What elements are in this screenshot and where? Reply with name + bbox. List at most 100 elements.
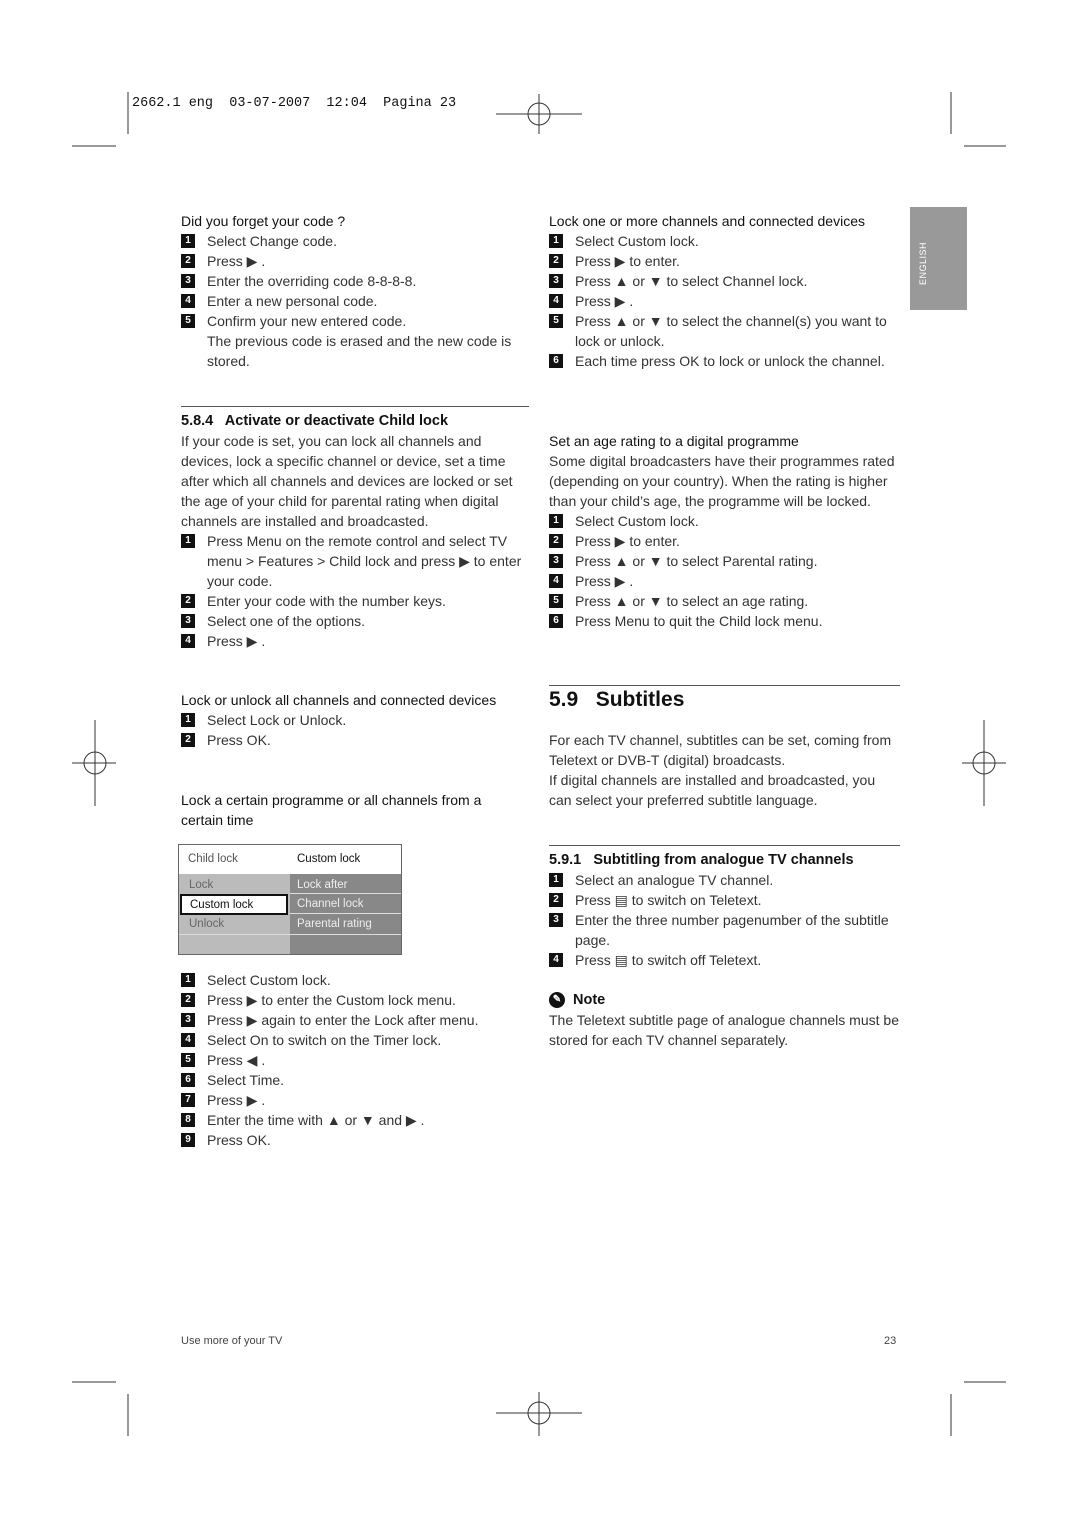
step-item: 5 Press ◀ . bbox=[181, 1050, 529, 1070]
step-number-icon: 2 bbox=[549, 893, 563, 907]
step-number-icon: 2 bbox=[181, 993, 195, 1007]
child-lock-menu-screenshot: Child lock Custom lock Lock Custom lock … bbox=[178, 844, 402, 955]
step-text: Press ▶ to enter the Custom lock menu. bbox=[207, 992, 456, 1008]
step-item: 2 Press ▶ to enter. bbox=[549, 251, 901, 271]
section-heading: 5.9.1 Subtitling from analogue TV channe… bbox=[549, 852, 854, 868]
section-title: Lock or unlock all channels and connecte… bbox=[181, 692, 497, 708]
step-text: Select Lock or Unlock. bbox=[207, 712, 347, 728]
step-text: Press ▶ . bbox=[575, 293, 634, 309]
step-item: 1 Select Lock or Unlock. bbox=[181, 710, 529, 730]
step-number-icon: 1 bbox=[181, 534, 195, 548]
step-item: 4 Select On to switch on the Timer lock. bbox=[181, 1030, 529, 1050]
step-text: Enter a new personal code. bbox=[207, 293, 378, 309]
footer-text: Use more of your TV bbox=[181, 1335, 283, 1347]
step-text: Enter the overriding code 8-8-8-8. bbox=[207, 273, 417, 289]
section-heading: 5.8.4 Activate or deactivate Child lock bbox=[181, 413, 449, 429]
step-text: Select Time. bbox=[207, 1072, 285, 1088]
step-number-icon: 3 bbox=[181, 614, 195, 628]
step-text: Each time press OK to lock or unlock the… bbox=[575, 353, 885, 369]
note-label: Note bbox=[573, 992, 606, 1008]
step-number-icon: 1 bbox=[181, 234, 195, 248]
step-number-icon: 1 bbox=[181, 713, 195, 727]
step-item: 2 Press ▶ to enter. bbox=[549, 531, 901, 551]
menu-header-left: Child lock bbox=[188, 853, 238, 865]
step-list: 1 Select Custom lock. 2 Press ▶ to enter. 3 P… bbox=[549, 511, 901, 631]
step-item: 2 Enter your code with the number keys. bbox=[181, 591, 529, 611]
step-text: Press ▶ again to enter the Lock after me… bbox=[207, 1012, 479, 1028]
step-item: 1 Select Custom lock. bbox=[549, 231, 901, 251]
step-list: 1 Select Change code. 2 Press ▶ . 3 Enter the… bbox=[181, 231, 529, 331]
step-item: 6 Press Menu to quit the Child lock menu. bbox=[549, 611, 901, 631]
step-text: Press OK. bbox=[207, 732, 271, 748]
section-title: Lock one or more channels and connected … bbox=[549, 213, 865, 229]
step-item: 5 Press ▲ or ▼ to select an age rating. bbox=[549, 591, 901, 611]
step-list: 1 Press Menu on the remote control and se… bbox=[181, 531, 529, 651]
paragraph: Some digital broadcasters have their pro… bbox=[549, 453, 895, 509]
chapter-heading: 5.9 Subtitles bbox=[549, 688, 685, 711]
step-number-icon: 5 bbox=[181, 314, 195, 328]
section-title: Lock a certain programme or all channels… bbox=[181, 792, 482, 828]
step-number-icon: 8 bbox=[181, 1113, 195, 1127]
menu-item-unlock: Unlock bbox=[189, 918, 225, 930]
step-number-icon: 2 bbox=[181, 594, 195, 608]
step-item: 3 Press ▲ or ▼ to select Parental rating. bbox=[549, 551, 901, 571]
step-item: 2 Press ▶ . bbox=[181, 251, 529, 271]
menu-header-right: Custom lock bbox=[297, 853, 361, 865]
step-number-icon: 4 bbox=[181, 1033, 195, 1047]
forget-code-section: Did you forget your code ? 1 Select Chang… bbox=[181, 211, 529, 371]
step-number-icon: 5 bbox=[181, 1053, 195, 1067]
step-text: Select Custom lock. bbox=[575, 233, 699, 249]
step-item: 4 Press ▶ . bbox=[549, 571, 901, 591]
step-number-icon: 3 bbox=[181, 1013, 195, 1027]
step-item: 3 Press ▲ or ▼ to select Channel lock. bbox=[549, 271, 901, 291]
language-tab-label: ENGLISH bbox=[918, 241, 928, 285]
step-item: 1 Select an analogue TV channel. bbox=[549, 870, 901, 890]
step-number-icon: 1 bbox=[181, 973, 195, 987]
menu-item-channel-lock: Channel lock bbox=[297, 898, 364, 910]
step-text: Press ▤ to switch on Teletext. bbox=[575, 892, 762, 908]
step-text: Press ▶ . bbox=[207, 633, 266, 649]
step-text: Press ▲ or ▼ to select the channel(s) yo… bbox=[575, 313, 887, 349]
child-lock-section: 5.8.4 Activate or deactivate Child lock … bbox=[181, 411, 529, 651]
step-item: 4 Press ▶ . bbox=[549, 291, 901, 311]
note-text: The Teletext subtitle page of analogue c… bbox=[549, 1012, 899, 1048]
step-number-icon: 5 bbox=[549, 314, 563, 328]
paragraph: If your code is set, you can lock all ch… bbox=[181, 433, 513, 529]
step-text: Press ▲ or ▼ to select an age rating. bbox=[575, 593, 809, 609]
step-number-icon: 3 bbox=[181, 274, 195, 288]
page-number: 23 bbox=[884, 1335, 897, 1347]
step-number-icon: 5 bbox=[549, 594, 563, 608]
step-number-icon: 2 bbox=[181, 733, 195, 747]
step-text: Select an analogue TV channel. bbox=[575, 872, 774, 888]
step-text: Press ▶ to enter. bbox=[575, 533, 680, 549]
step-list: 1 Select Lock or Unlock. 2 Press OK. bbox=[181, 710, 529, 750]
step-item: 2 Press ▤ to switch on Teletext. bbox=[549, 890, 901, 910]
step-number-icon: 4 bbox=[181, 294, 195, 308]
step-item: 1 Select Custom lock. bbox=[549, 511, 901, 531]
step-text: Confirm your new entered code. bbox=[207, 313, 407, 329]
step-text: Press ▶ to enter. bbox=[575, 253, 680, 269]
language-tab: ENGLISH bbox=[910, 207, 967, 310]
menu-item-lock: Lock bbox=[189, 879, 214, 891]
paragraph: If digital channels are installed and br… bbox=[549, 772, 876, 808]
step-text: Select one of the options. bbox=[207, 613, 365, 629]
lock-time-title: Lock a certain programme or all channels… bbox=[181, 790, 521, 830]
step-item: 8 Enter the time with ▲ or ▼ and ▶ . bbox=[181, 1110, 529, 1130]
step-number-icon: 6 bbox=[181, 1073, 195, 1087]
step-text: Press ▶ . bbox=[207, 253, 266, 269]
step-list: 1 Select Custom lock. 2 Press ▶ to enter th… bbox=[181, 970, 529, 1150]
step-number-icon: 3 bbox=[549, 274, 563, 288]
manual-page: 2662.1 eng 03-07-2007 12:04 Pagina 23 EN… bbox=[0, 0, 1080, 1528]
step-text: Press ▤ to switch off Teletext. bbox=[575, 952, 762, 968]
step-number-icon: 4 bbox=[549, 294, 563, 308]
section-title: Did you forget your code ? bbox=[181, 213, 346, 229]
step-text: Enter your code with the number keys. bbox=[207, 593, 446, 609]
step-item: 3 Enter the three number pagenumber of th… bbox=[549, 910, 901, 950]
step-item: 6 Each time press OK to lock or unlock th… bbox=[549, 351, 901, 371]
step-number-icon: 4 bbox=[181, 634, 195, 648]
step-item: 4 Enter a new personal code. bbox=[181, 291, 529, 311]
menu-item-parental-rating: Parental rating bbox=[297, 918, 372, 930]
divider bbox=[181, 406, 529, 407]
step-text: Press ▲ or ▼ to select Parental rating. bbox=[575, 553, 818, 569]
lock-channels-section: Lock one or more channels and connected … bbox=[549, 211, 901, 371]
